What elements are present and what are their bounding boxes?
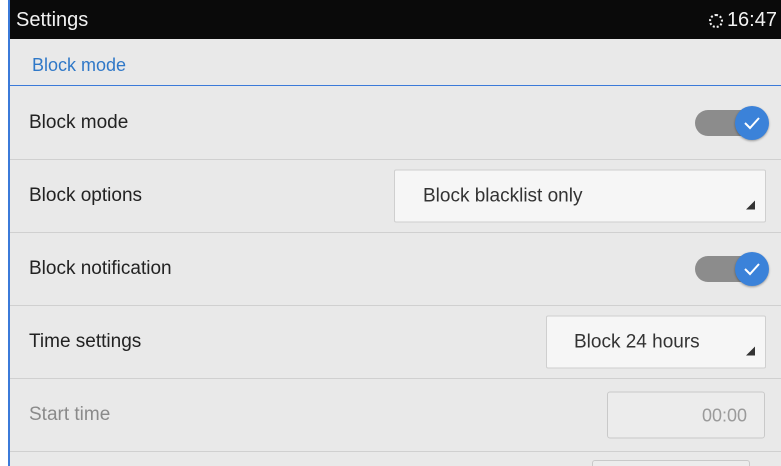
block-mode-toggle[interactable]	[695, 106, 769, 140]
row-label: Block mode	[29, 112, 129, 133]
status-time: 16:47	[726, 9, 777, 31]
time-settings-dropdown[interactable]: Block 24 hours	[546, 315, 766, 369]
row-start-time: Start time 00:00	[10, 379, 781, 452]
settings-screen: Settings 16:47 Block mode Block mode Blo…	[8, 0, 781, 466]
checkmark-icon	[744, 117, 760, 130]
row-block-mode[interactable]: Block mode	[10, 87, 781, 160]
dropdown-arrow-icon	[746, 346, 755, 356]
row-block-notification[interactable]: Block notification	[10, 233, 781, 306]
row-block-options: Block options Block blacklist only	[10, 160, 781, 233]
status-bar: Settings 16:47	[10, 0, 781, 39]
status-title: Settings	[16, 9, 89, 31]
sync-icon	[708, 13, 723, 28]
checkmark-icon	[744, 263, 760, 276]
dropdown-value: Block blacklist only	[423, 185, 583, 207]
row-label: Start time	[29, 404, 111, 425]
status-right: 16:47	[708, 9, 777, 32]
row-label: Block notification	[29, 258, 172, 279]
row-label: Time settings	[29, 331, 142, 352]
section-header-label: Block mode	[32, 55, 127, 75]
dropdown-value: Block 24 hours	[574, 331, 700, 353]
end-time-field	[592, 460, 750, 466]
row-label: Block options	[29, 185, 143, 206]
section-header: Block mode	[10, 39, 781, 86]
dropdown-arrow-icon	[746, 200, 755, 210]
start-time-value: 00:00	[701, 405, 747, 426]
toggle-knob	[735, 106, 769, 140]
toggle-knob	[735, 252, 769, 286]
start-time-field: 00:00	[607, 391, 765, 439]
block-notification-toggle[interactable]	[695, 252, 769, 286]
row-time-settings: Time settings Block 24 hours	[10, 306, 781, 379]
block-options-dropdown[interactable]: Block blacklist only	[394, 169, 766, 223]
